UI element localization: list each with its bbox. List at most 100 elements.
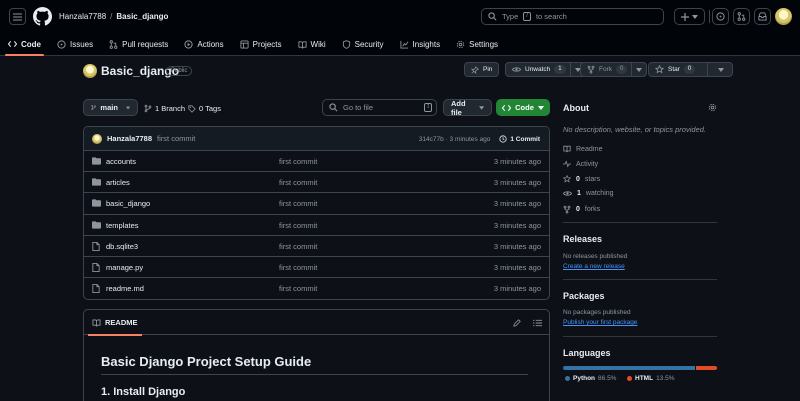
inbox-button[interactable] xyxy=(754,8,771,25)
breadcrumb-owner[interactable]: Hanzala7788 xyxy=(59,12,106,21)
file-name[interactable]: templates xyxy=(106,221,139,230)
tab-wiki[interactable]: Wiki xyxy=(290,34,334,54)
file-row[interactable]: db.sqlite3 first commit 3 minutes ago xyxy=(84,236,549,257)
commit-author[interactable]: Hanzala7788 xyxy=(107,134,152,143)
tab-issues[interactable]: Issues xyxy=(49,34,101,54)
file-name[interactable]: accounts xyxy=(106,157,136,166)
file-row[interactable]: accounts first commit 3 minutes ago xyxy=(84,151,549,173)
file-row[interactable]: basic_django first commit 3 minutes ago xyxy=(84,193,549,215)
tab-security[interactable]: Security xyxy=(334,34,392,54)
fork-label: Fork xyxy=(599,66,612,73)
stars-link[interactable]: 0 stars xyxy=(563,175,600,183)
code-icon xyxy=(502,104,512,111)
heading-rule xyxy=(101,374,528,375)
readme-link[interactable]: Readme xyxy=(563,145,602,153)
stars-count: 0 xyxy=(576,175,580,183)
breadcrumb-separator: / xyxy=(110,12,113,21)
file-commit-time: 3 minutes ago xyxy=(493,178,541,188)
language-python[interactable]: Python 86.5% xyxy=(565,375,616,382)
language-html[interactable]: HTML 13.5% xyxy=(627,375,675,382)
issues-button[interactable] xyxy=(712,8,729,25)
watchers-link[interactable]: 1 watching xyxy=(563,190,614,197)
file-name[interactable]: db.sqlite3 xyxy=(106,242,138,251)
file-icon xyxy=(92,284,100,294)
publish-package-link[interactable]: Publish your first package xyxy=(563,319,637,326)
tab-label: Security xyxy=(354,39,384,49)
commit-message[interactable]: first commit xyxy=(157,134,195,143)
file-row[interactable]: readme.md first commit 3 minutes ago xyxy=(84,278,549,299)
add-file-button[interactable]: Add file xyxy=(443,99,492,117)
global-search[interactable]: Type / to search xyxy=(481,8,664,25)
tab-actions[interactable]: Actions xyxy=(176,34,231,54)
file-name[interactable]: manage.py xyxy=(106,263,143,272)
activity-link[interactable]: Activity xyxy=(563,160,598,168)
pull-requests-button[interactable] xyxy=(733,8,750,25)
branches-link[interactable]: 1 Branch xyxy=(144,104,185,113)
caret-down-icon[interactable] xyxy=(636,67,643,72)
tab-projects[interactable]: Projects xyxy=(232,34,290,54)
file-commit-time: 3 minutes ago xyxy=(493,284,541,294)
file-commit-message[interactable]: first commit xyxy=(279,221,317,230)
about-description: No description, website, or topics provi… xyxy=(563,125,706,134)
user-avatar[interactable] xyxy=(775,8,792,25)
code-button[interactable]: Code xyxy=(496,99,550,116)
pin-label: Pin xyxy=(483,66,493,73)
file-commit-message[interactable]: first commit xyxy=(279,263,317,272)
language-bar-html xyxy=(696,366,717,370)
file-name[interactable]: articles xyxy=(106,178,130,187)
tab-settings[interactable]: Settings xyxy=(448,34,506,54)
file-commit-message[interactable]: first commit xyxy=(279,284,317,293)
forks-label: forks xyxy=(584,206,601,213)
caret-down-icon xyxy=(692,14,698,19)
tag-icon xyxy=(188,104,196,113)
button-divider xyxy=(631,62,633,77)
fork-button[interactable]: Fork 0 xyxy=(580,62,648,77)
file-row[interactable]: manage.py first commit 3 minutes ago xyxy=(84,257,549,279)
branch-select[interactable]: main xyxy=(83,99,138,116)
file-commit-message[interactable]: first commit xyxy=(279,199,317,208)
tab-insights[interactable]: Insights xyxy=(392,34,449,54)
top-header: Hanzala7788 / Basic_django Type / to sea… xyxy=(0,0,800,56)
create-new-button[interactable] xyxy=(674,8,705,25)
commit-meta[interactable]: 314c77b · 3 minutes ago xyxy=(419,136,491,143)
forks-link[interactable]: 0 forks xyxy=(563,205,600,214)
pull-request-icon xyxy=(737,12,746,21)
tags-link[interactable]: 0 Tags xyxy=(188,104,221,113)
language-percent: 86.5% xyxy=(598,375,617,382)
graph-icon xyxy=(399,40,408,49)
commit-history-link[interactable]: 1 Commit xyxy=(499,135,540,143)
pin-button[interactable]: Pin xyxy=(464,62,500,77)
caret-down-icon xyxy=(125,106,130,109)
file-commit-message[interactable]: first commit xyxy=(279,178,317,187)
unwatch-button[interactable]: Unwatch 1 xyxy=(505,62,586,77)
readme-tab[interactable]: README xyxy=(88,318,141,336)
create-release-link[interactable]: Create a new release xyxy=(563,263,625,270)
menu-button[interactable] xyxy=(9,8,26,25)
tab-code[interactable]: Code xyxy=(0,34,49,56)
file-name[interactable]: basic_django xyxy=(106,199,150,208)
caret-down-icon[interactable] xyxy=(718,67,725,72)
gear-icon[interactable] xyxy=(708,103,717,112)
releases-title[interactable]: Releases xyxy=(563,234,602,244)
file-commit-message[interactable]: first commit xyxy=(279,242,317,251)
button-divider xyxy=(569,62,571,77)
watch-count: 1 xyxy=(554,65,566,74)
file-row[interactable]: articles first commit 3 minutes ago xyxy=(84,172,549,194)
forks-count: 0 xyxy=(576,206,580,213)
branch-icon xyxy=(144,104,152,113)
file-commit-message[interactable]: first commit xyxy=(279,157,317,166)
packages-title[interactable]: Packages xyxy=(563,291,605,301)
list-icon[interactable] xyxy=(533,319,542,327)
book-icon xyxy=(92,318,101,327)
file-row[interactable]: templates first commit 3 minutes ago xyxy=(84,215,549,236)
breadcrumb: Hanzala7788 / Basic_django xyxy=(59,12,168,21)
fork-icon xyxy=(563,205,571,214)
github-logo-icon[interactable] xyxy=(33,7,52,26)
tab-pull-requests[interactable]: Pull requests xyxy=(101,34,176,54)
pencil-icon[interactable] xyxy=(513,319,521,327)
file-name[interactable]: readme.md xyxy=(106,284,144,293)
star-button[interactable]: Star 0 xyxy=(648,62,734,77)
breadcrumb-repo[interactable]: Basic_django xyxy=(116,12,168,21)
go-to-file-input[interactable]: Go to file t xyxy=(322,99,437,116)
stars-label: stars xyxy=(584,175,601,183)
